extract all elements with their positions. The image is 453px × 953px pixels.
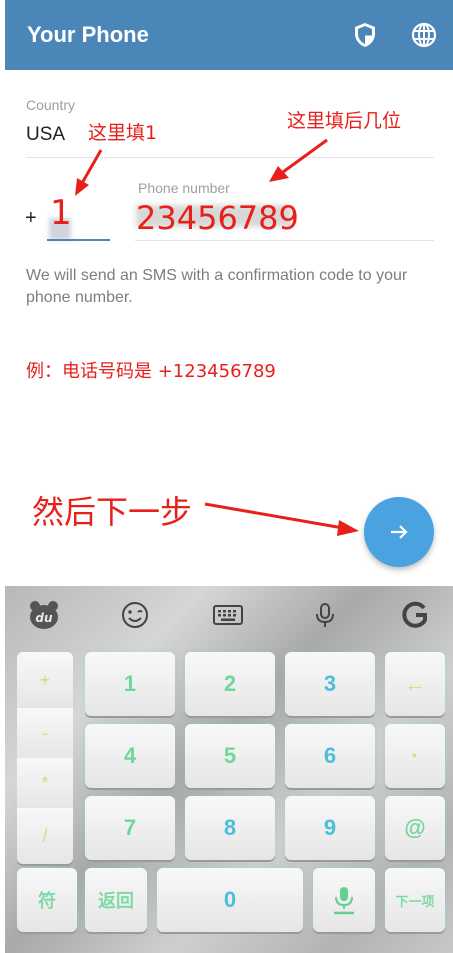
key-plus[interactable]: +	[17, 652, 73, 708]
arrow-right-icon	[391, 525, 408, 539]
keyboard-icon[interactable]	[212, 600, 244, 630]
key-multiply[interactable]: *	[17, 758, 73, 808]
key-9[interactable]: 9	[285, 796, 375, 860]
next-field-key[interactable]: 下一项	[385, 868, 445, 932]
annotation-example: 例：电话号码是 +123456789	[26, 361, 276, 382]
key-3[interactable]: 3	[285, 652, 375, 716]
annotation-fill-rest: 这里填后几位	[287, 110, 402, 132]
app-bar: Your Phone	[5, 0, 453, 70]
number-keyboard: du + - * / 1 2 3 ← 4 5 6 · 7 8 9 @ 符 返回 …	[5, 586, 453, 953]
dot-key[interactable]: ·	[385, 724, 445, 788]
backspace-key[interactable]: ←	[385, 652, 445, 716]
key-0[interactable]: 0	[157, 868, 303, 932]
code-input-underline	[47, 239, 110, 241]
back-key[interactable]: 返回	[85, 868, 147, 932]
key-7[interactable]: 7	[85, 796, 175, 860]
key-8[interactable]: 8	[185, 796, 275, 860]
symbols-key[interactable]: 符	[17, 868, 77, 932]
keyboard-toolbar: du	[5, 586, 453, 644]
svg-text:du: du	[35, 611, 53, 625]
arrow-to-next-icon	[204, 502, 359, 536]
key-divide[interactable]: /	[17, 808, 73, 864]
divider	[26, 157, 434, 158]
globe-icon[interactable]	[411, 22, 437, 48]
country-label: Country	[26, 97, 76, 113]
emoji-icon[interactable]	[119, 600, 151, 630]
shield-icon[interactable]	[352, 22, 378, 48]
mic-icon	[334, 887, 354, 915]
sms-info-text: We will send an SMS with a confirmation …	[26, 267, 408, 306]
annotation-fill-code: 这里填1	[88, 122, 158, 144]
du-bear-icon[interactable]: du	[28, 600, 60, 630]
key-minus[interactable]: -	[17, 708, 73, 758]
phone-number-input[interactable]: 23456789	[136, 199, 299, 237]
phone-number-label: Phone number	[138, 180, 230, 196]
country-code-input[interactable]: 1	[50, 193, 72, 233]
key-1[interactable]: 1	[85, 652, 175, 716]
phone-screen: Your Phone Country USA + 1 Phone number …	[5, 0, 453, 953]
key-2[interactable]: 2	[185, 652, 275, 716]
at-key[interactable]: @	[385, 796, 445, 860]
page-title: Your Phone	[27, 22, 149, 47]
plus-sign: +	[25, 207, 37, 229]
country-select[interactable]: USA	[26, 124, 65, 146]
key-4[interactable]: 4	[85, 724, 175, 788]
voice-input-key[interactable]	[313, 868, 375, 932]
key-5[interactable]: 5	[185, 724, 275, 788]
key-6[interactable]: 6	[285, 724, 375, 788]
mic-icon[interactable]	[309, 600, 341, 630]
annotation-next-step: 然后下一步	[32, 493, 193, 531]
arrow-to-phone-icon	[269, 138, 328, 182]
next-button[interactable]	[364, 497, 434, 567]
g-logo-icon[interactable]	[399, 600, 431, 630]
divider	[135, 240, 434, 241]
